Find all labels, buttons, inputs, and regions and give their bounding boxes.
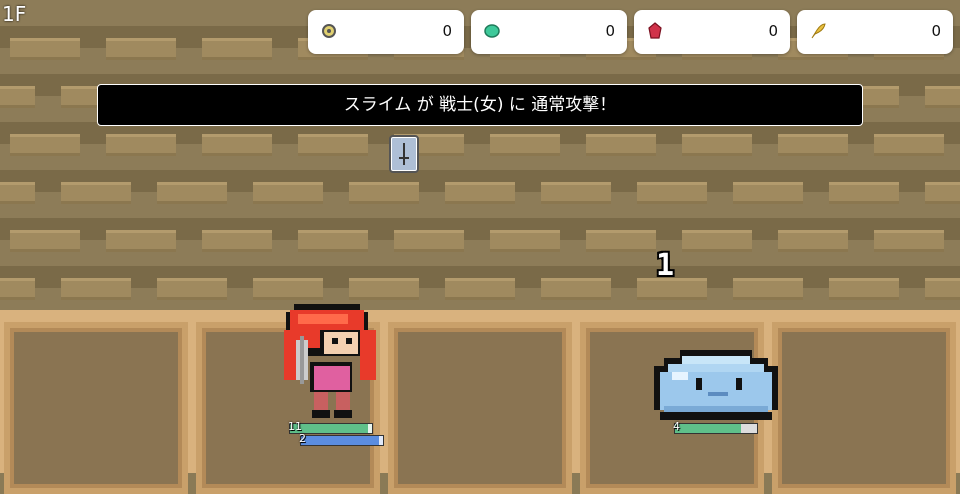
floor-tile	[4, 322, 188, 494]
wall-brick	[586, 134, 656, 156]
wall-brick	[682, 134, 752, 156]
resource-card-feathers: 0	[797, 10, 953, 54]
wall-brick	[157, 182, 227, 204]
resource-card-coins: 0	[308, 10, 464, 54]
wall-brick	[490, 134, 560, 156]
wall-brick	[349, 278, 419, 300]
wall-brick	[445, 182, 515, 204]
wall-brick	[61, 278, 131, 300]
wall-brick	[106, 134, 176, 156]
green-gem-count: 0	[605, 22, 615, 40]
coin-icon	[322, 24, 336, 38]
wall-brick	[778, 134, 848, 156]
wall-brick	[349, 182, 419, 204]
wall-brick	[298, 230, 368, 252]
damage-number: 1	[656, 248, 675, 283]
feather-count: 0	[931, 22, 941, 40]
wall-brick	[874, 230, 944, 252]
resource-card-green-gems: 0	[471, 10, 627, 54]
wall-brick	[637, 182, 707, 204]
wall-brick	[10, 230, 80, 252]
wall-brick	[0, 182, 35, 204]
wall-brick	[0, 86, 35, 108]
wall-brick	[490, 230, 560, 252]
floor-tile	[772, 322, 956, 494]
wall-brick	[394, 230, 464, 252]
floor-tile	[388, 322, 572, 494]
wall-brick	[253, 278, 323, 300]
dungeon-floor	[0, 310, 960, 494]
wall-brick	[10, 134, 80, 156]
slime-hp-fill	[675, 424, 741, 433]
wall-brick	[925, 86, 960, 108]
wall-brick	[10, 38, 80, 60]
wall-brick	[829, 182, 899, 204]
attack-button[interactable]	[389, 135, 419, 173]
coin-count: 0	[442, 22, 452, 40]
wall-brick	[253, 182, 323, 204]
wall-brick	[829, 278, 899, 300]
wall-brick	[445, 278, 515, 300]
wall-brick	[541, 278, 611, 300]
hero-mp-bar: 2	[299, 432, 384, 446]
wall-brick	[586, 230, 656, 252]
wall-brick	[202, 38, 272, 60]
slime-hp-bar: 4	[673, 420, 758, 434]
red-gem-icon	[648, 22, 662, 39]
feather-icon	[811, 23, 826, 39]
resource-card-red-gems: 0	[634, 10, 790, 54]
sword-icon	[399, 143, 409, 165]
warrior-female-sprite[interactable]	[272, 300, 384, 424]
hero-mp-value: 2	[299, 432, 306, 445]
slime-sprite[interactable]	[650, 346, 782, 422]
wall-brick	[298, 134, 368, 156]
battle-message: スライム が 戦士(女) に 通常攻撃！	[97, 84, 863, 126]
wall-brick	[157, 278, 227, 300]
wall-brick	[778, 230, 848, 252]
wall-brick	[682, 230, 752, 252]
wall-brick	[925, 278, 960, 300]
wall-brick	[874, 134, 944, 156]
wall-brick	[733, 278, 803, 300]
wall-brick	[202, 230, 272, 252]
red-gem-count: 0	[768, 22, 778, 40]
wall-brick	[925, 182, 960, 204]
wall-brick	[106, 230, 176, 252]
green-gem-icon	[484, 24, 500, 38]
wall-brick	[61, 182, 131, 204]
wall-brick	[0, 278, 35, 300]
hero-mp-fill	[301, 436, 379, 445]
wall-brick	[202, 134, 272, 156]
wall-brick	[541, 182, 611, 204]
wall-brick	[106, 38, 176, 60]
floor-indicator: 1F	[2, 2, 27, 26]
wall-brick	[733, 182, 803, 204]
slime-hp-value: 4	[673, 420, 680, 433]
